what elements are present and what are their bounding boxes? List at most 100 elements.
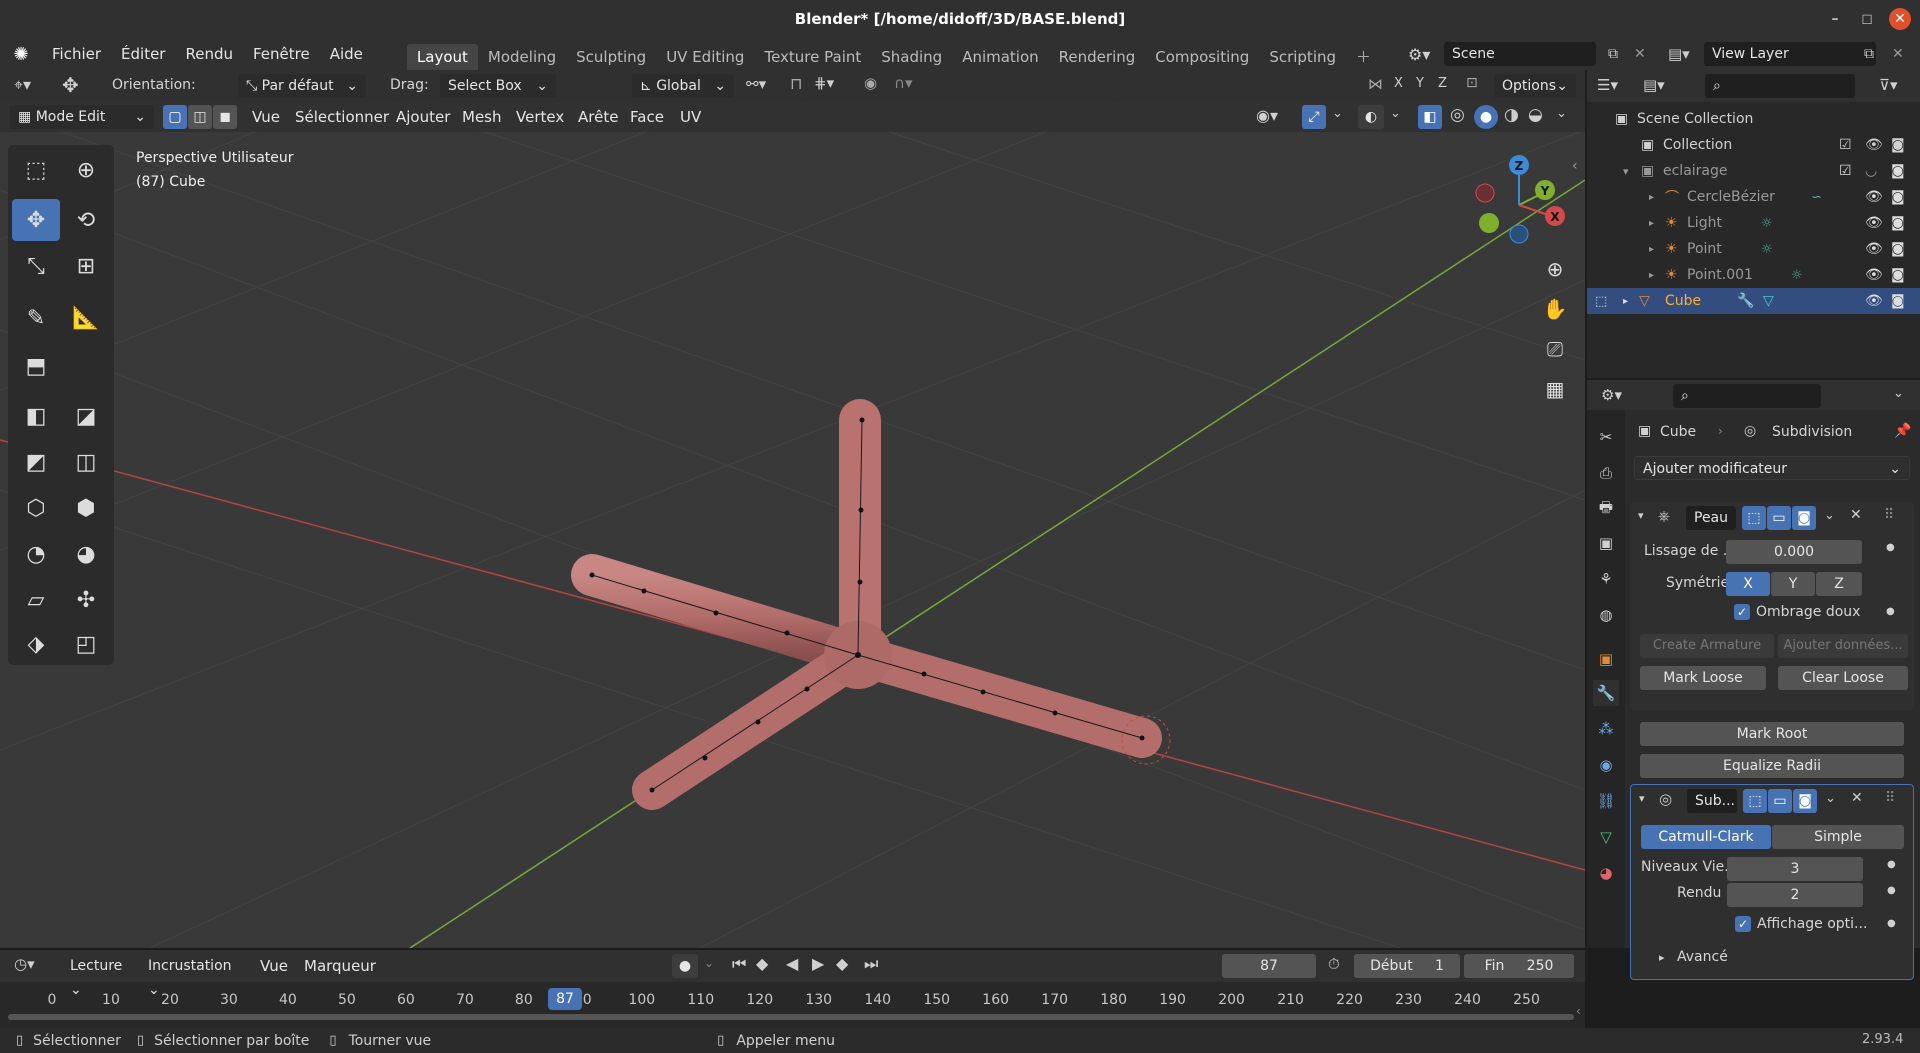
- new-scene-icon[interactable]: ⧉: [1608, 46, 1618, 62]
- keyframe-dot-icon[interactable]: ●: [1887, 918, 1896, 929]
- view-layer-field[interactable]: View Layer: [1704, 42, 1876, 66]
- timeline-side-arrow-icon[interactable]: ‹: [1576, 1004, 1581, 1018]
- stopwatch-icon[interactable]: ⏱: [1328, 955, 1340, 973]
- xray-toggle-icon[interactable]: ◧: [1418, 105, 1442, 129]
- extrude-tool-icon[interactable]: ◧: [12, 395, 60, 437]
- camera-icon[interactable]: ◙: [1891, 215, 1905, 231]
- jump-start-icon[interactable]: ⏮: [732, 954, 746, 974]
- transform-orientation-dropdown[interactable]: ⊾ Global ⌄: [632, 74, 734, 98]
- playback-dropdown[interactable]: Lecture ⌄: [62, 954, 138, 998]
- snap-icon[interactable]: ⊓: [790, 74, 802, 93]
- collapse-arrow-icon[interactable]: ▾: [1638, 509, 1644, 522]
- menu-mesh[interactable]: Mesh: [452, 104, 512, 130]
- menu-face[interactable]: Face: [620, 104, 674, 130]
- shading-wireframe-icon[interactable]: ◎: [1450, 105, 1465, 125]
- tab-compositing[interactable]: Compositing: [1145, 44, 1259, 70]
- material-tab-icon[interactable]: ◕: [1593, 860, 1619, 886]
- view-layer-selector[interactable]: ▤▾ View Layer: [1668, 42, 1878, 66]
- options-dropdown-icon[interactable]: ⌄: [1893, 386, 1904, 401]
- viewport-display-icon[interactable]: ▭: [1768, 789, 1792, 813]
- mark-loose-button[interactable]: Mark Loose: [1640, 666, 1766, 690]
- keyframe-dot-icon[interactable]: ●: [1887, 885, 1896, 896]
- mesh-data-icon[interactable]: ▽: [1763, 293, 1774, 309]
- blender-logo-icon[interactable]: ✺: [0, 44, 42, 65]
- tab-modeling[interactable]: Modeling: [478, 44, 566, 70]
- collapse-arrow-icon[interactable]: ▾: [1623, 165, 1641, 178]
- outliner-search-input[interactable]: ⌕: [1705, 74, 1855, 98]
- mark-root-button[interactable]: Mark Root: [1640, 722, 1904, 746]
- outliner-row-point[interactable]: ▸ ☀ Point ☼ 👁 ◙: [1587, 236, 1920, 262]
- edge-select-icon[interactable]: ◫: [188, 105, 212, 129]
- world-tab-icon[interactable]: ◍: [1593, 602, 1619, 628]
- drag-handle-icon[interactable]: ⠿: [1884, 507, 1894, 523]
- render-tab-icon[interactable]: ⎙: [1593, 460, 1619, 486]
- close-button[interactable]: ✕: [1889, 8, 1911, 30]
- tab-layout[interactable]: Layout: [406, 44, 478, 70]
- camera-icon[interactable]: ◙: [1891, 241, 1905, 257]
- symmetry-y-toggle[interactable]: Y: [1771, 572, 1815, 596]
- auto-merge-icon[interactable]: ⊡: [1466, 75, 1478, 91]
- output-tab-icon[interactable]: 🖶: [1593, 494, 1619, 520]
- drag-handle-icon[interactable]: ⠿: [1885, 790, 1895, 806]
- outliner-row-cube[interactable]: ⬚ ▸ ▽ Cube 🔧 ▽ 👁 ◙: [1587, 288, 1920, 314]
- select-box-tool-icon[interactable]: ⬚: [12, 149, 60, 191]
- bevel-tool-icon[interactable]: ◩: [12, 441, 60, 483]
- skin-modifier-name-field[interactable]: Peau: [1686, 506, 1736, 530]
- simple-button[interactable]: Simple: [1772, 825, 1904, 849]
- mirror-x-toggle[interactable]: X: [1394, 76, 1403, 91]
- drag-dropdown[interactable]: Select Box ⌄: [440, 74, 556, 98]
- scene-tab-icon[interactable]: ⚘: [1593, 566, 1619, 592]
- outliner-row-collection[interactable]: ▣ Collection ☑ 👁 ◙: [1587, 132, 1920, 158]
- visibility-eye-icon[interactable]: ◉▾: [1256, 106, 1278, 125]
- overlay-dropdown-icon[interactable]: ⌄: [1390, 106, 1401, 121]
- knife-tool-icon[interactable]: ⬡: [12, 487, 60, 529]
- mode-dropdown[interactable]: ▦ Mode Edit ⌄: [10, 105, 154, 129]
- inset-tool-icon[interactable]: ◪: [62, 395, 110, 437]
- checkbox-icon[interactable]: ☑: [1839, 163, 1852, 179]
- tab-rendering[interactable]: Rendering: [1049, 44, 1146, 70]
- expand-arrow-icon[interactable]: ▸: [1623, 296, 1639, 307]
- editor-type-icon[interactable]: ⚙▾: [1601, 386, 1622, 404]
- object-tab-icon[interactable]: ▣: [1593, 646, 1619, 672]
- pan-hand-icon[interactable]: ✋: [1538, 292, 1572, 326]
- gizmo-dropdown-icon[interactable]: ⌄: [1332, 106, 1343, 121]
- outliner-row-scene-collection[interactable]: ▣ Scene Collection: [1587, 106, 1920, 132]
- cursor-tool-icon[interactable]: ⊕: [62, 149, 110, 191]
- maximize-button[interactable]: ◻: [1856, 8, 1878, 30]
- properties-search-input[interactable]: ⌕: [1673, 384, 1821, 408]
- shading-rendered-icon[interactable]: ◒: [1528, 105, 1543, 125]
- scene-name-field[interactable]: Scene: [1444, 42, 1596, 66]
- transform-tool-icon[interactable]: ⊞: [62, 245, 110, 287]
- scale-tool-icon[interactable]: ⤡: [12, 245, 60, 287]
- measure-tool-icon[interactable]: 📐: [62, 297, 110, 339]
- keyframe-dot-icon[interactable]: ●: [1887, 859, 1896, 870]
- prev-keyframe-icon[interactable]: ◆: [756, 954, 768, 973]
- 3d-viewport[interactable]: ⌖▾ ✥ Orientation: ⤡ Par défaut ⌄ Drag: Se…: [0, 70, 1585, 948]
- vertex-select-icon[interactable]: ▢: [163, 105, 187, 129]
- add-cube-tool-icon[interactable]: ⬒: [12, 345, 60, 387]
- menu-fenetre[interactable]: Fenêtre: [243, 41, 320, 67]
- edit-mode-toggle-icon[interactable]: ⬚: [1595, 294, 1623, 309]
- snap-target-icon[interactable]: ⋕▾: [814, 74, 834, 92]
- start-frame-field[interactable]: Début 1: [1354, 954, 1460, 978]
- rotate-tool-icon[interactable]: ⟲: [62, 199, 110, 241]
- data-tab-icon[interactable]: ▽: [1593, 824, 1619, 850]
- camera-icon[interactable]: ◙: [1891, 137, 1905, 153]
- annotate-tool-icon[interactable]: ✎: [12, 297, 60, 339]
- eye-icon[interactable]: 👁: [1865, 137, 1883, 153]
- keyframe-dot-icon[interactable]: ●: [1886, 606, 1895, 617]
- menu-vertex[interactable]: Vertex: [506, 104, 574, 130]
- remove-modifier-icon[interactable]: ✕: [1850, 507, 1862, 523]
- mirror-z-toggle[interactable]: Z: [1438, 76, 1447, 91]
- subsurf-modifier-name-field[interactable]: Sub...: [1687, 789, 1737, 813]
- physics-tab-icon[interactable]: ◉: [1593, 752, 1619, 778]
- cube-skin-mesh[interactable]: [571, 399, 1171, 810]
- expand-arrow-icon[interactable]: ▸: [1659, 951, 1665, 964]
- symmetry-x-toggle[interactable]: X: [1726, 572, 1770, 596]
- zoom-icon[interactable]: ⊕: [1538, 252, 1572, 286]
- tab-animation[interactable]: Animation: [952, 44, 1048, 70]
- eye-icon[interactable]: 👁: [1865, 241, 1883, 257]
- camera-icon[interactable]: ◙: [1891, 293, 1905, 309]
- particles-tab-icon[interactable]: ⁂: [1593, 716, 1619, 742]
- sidebar-toggle-icon[interactable]: ‹: [1572, 158, 1578, 174]
